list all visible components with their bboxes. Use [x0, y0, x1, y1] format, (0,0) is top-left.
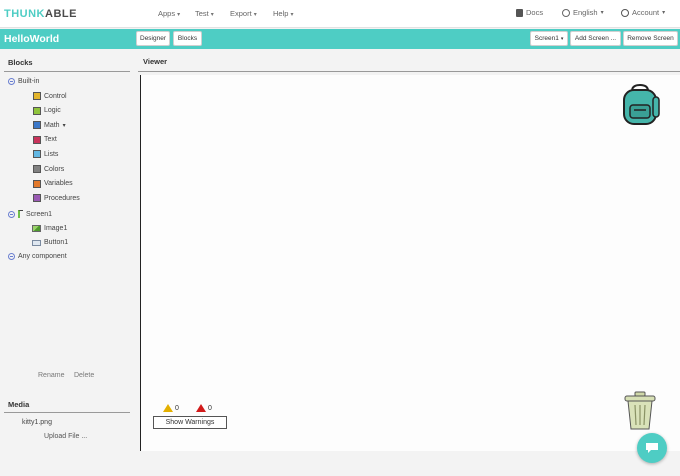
chevron-down-icon: ▾: [600, 10, 604, 16]
nav-help[interactable]: Help ▾: [273, 9, 293, 18]
builtin-item-label: Control: [44, 92, 67, 100]
add-screen-button[interactable]: Add Screen ...: [570, 31, 621, 46]
button-icon: [32, 239, 41, 246]
tree-screen1[interactable]: Screen1: [8, 210, 52, 218]
collapse-icon[interactable]: [8, 78, 15, 85]
chevron-down-icon: ▾: [290, 12, 294, 18]
component-label: Image1: [44, 225, 68, 232]
blocks-workspace[interactable]: 0 0: [140, 75, 680, 451]
warnings-count: 0: [175, 404, 179, 412]
tree-component-button1[interactable]: Button1: [32, 239, 68, 246]
nav-help-label: Help: [273, 9, 289, 18]
chevron-down-icon: ▾: [662, 10, 666, 16]
nav-account[interactable]: Account ▾: [621, 8, 665, 17]
chevron-down-icon: ▾: [62, 122, 66, 129]
remove-screen-button[interactable]: Remove Screen: [623, 31, 678, 46]
nav-test-label: Test: [195, 9, 209, 18]
builtin-item-label: Text: [44, 136, 57, 144]
warning-icon: [163, 404, 173, 412]
trash-icon[interactable]: [622, 391, 658, 431]
expand-icon[interactable]: [8, 253, 15, 260]
warnings-indicator: 0: [163, 404, 179, 412]
builtin-item-label: Logic: [44, 107, 61, 115]
color-swatch-icon: [33, 121, 41, 130]
color-swatch-icon: [33, 150, 41, 159]
chevron-down-icon: ▾: [253, 12, 257, 18]
color-swatch-icon: [33, 194, 41, 203]
user-icon: [621, 8, 629, 17]
project-name: HelloWorld: [4, 33, 60, 45]
color-swatch-icon: [33, 92, 41, 100]
color-swatch-icon: [33, 106, 41, 115]
top-navbar: THUNKABLE Apps ▾ Test ▾ Export ▾ Help ▾ Docs…: [0, 0, 680, 28]
designer-button[interactable]: Designer: [136, 31, 170, 46]
rename-button[interactable]: Rename: [38, 372, 64, 379]
nav-docs[interactable]: Docs: [516, 8, 543, 17]
book-icon: [516, 8, 523, 17]
media-panel-title: Media: [8, 400, 30, 409]
upload-file-button[interactable]: Upload File ...: [44, 433, 87, 440]
builtin-item-label: Variables: [44, 180, 73, 188]
chat-button[interactable]: [637, 433, 667, 463]
tree-any-component-label: Any component: [18, 253, 67, 260]
tree-screen1-label: Screen1: [26, 210, 53, 218]
thunkable-logo[interactable]: THUNKABLE: [4, 8, 77, 20]
divider: [138, 71, 680, 72]
builtin-item-label: Colors: [44, 165, 65, 173]
errors-count: 0: [208, 404, 212, 412]
screen-select-label: Screen1: [534, 35, 559, 42]
delete-button[interactable]: Delete: [74, 372, 94, 379]
divider: [4, 412, 130, 413]
nav-account-label: Account: [632, 8, 660, 17]
chevron-down-icon: ▾: [560, 35, 564, 42]
builtin-item-control[interactable]: Control: [33, 92, 67, 100]
error-icon: [196, 404, 206, 412]
media-file[interactable]: kitty1.png: [22, 419, 52, 426]
nav-export-label: Export: [230, 9, 252, 18]
tree-builtin-label: Built-in: [18, 78, 40, 85]
builtin-item-lists[interactable]: Lists: [33, 150, 59, 159]
chevron-down-icon: ▾: [210, 12, 214, 18]
chevron-down-icon: ▾: [177, 12, 181, 18]
blocks-panel-title: Blocks: [8, 58, 33, 67]
nav-test[interactable]: Test ▾: [195, 9, 214, 18]
builtin-item-label: Lists: [44, 150, 59, 158]
project-toolbar: HelloWorld Designer Blocks Screen1 ▾ Add…: [0, 29, 680, 49]
builtin-item-label: Math: [44, 121, 60, 129]
component-label: Button1: [44, 239, 69, 246]
builtin-item-procedures[interactable]: Procedures: [33, 194, 80, 203]
logo-part-2: ABLE: [45, 8, 77, 20]
viewer-title: Viewer: [143, 57, 168, 66]
screen-select[interactable]: Screen1 ▾: [530, 31, 568, 46]
screen-icon: [18, 210, 23, 218]
backpack-icon[interactable]: [620, 83, 662, 127]
color-swatch-icon: [33, 165, 41, 173]
nav-apps[interactable]: Apps ▾: [158, 9, 180, 18]
tree-any-component[interactable]: Any component: [8, 253, 67, 260]
tree-builtin[interactable]: Built-in: [8, 78, 39, 85]
chat-icon: [646, 443, 658, 453]
color-swatch-icon: [33, 135, 41, 144]
color-swatch-icon: [33, 179, 41, 188]
nav-docs-label: Docs: [526, 8, 544, 17]
builtin-item-text[interactable]: Text: [33, 135, 57, 144]
nav-export[interactable]: Export ▾: [230, 9, 257, 18]
logo-part-1: THUNK: [4, 8, 45, 20]
tree-component-image1[interactable]: Image1: [32, 225, 67, 232]
errors-indicator: 0: [196, 404, 212, 412]
collapse-icon[interactable]: [8, 210, 15, 218]
divider: [4, 71, 130, 72]
nav-language[interactable]: English ▾: [562, 8, 604, 17]
builtin-item-logic[interactable]: Logic: [33, 106, 61, 115]
globe-icon: [562, 8, 570, 17]
show-warnings-button[interactable]: Show Warnings: [153, 416, 227, 429]
builtin-item-math[interactable]: Math ▾: [33, 121, 66, 130]
image-icon: [32, 225, 41, 232]
nav-apps-label: Apps: [158, 9, 176, 18]
blocks-button[interactable]: Blocks: [173, 31, 202, 46]
builtin-item-label: Procedures: [44, 194, 80, 202]
builtin-item-variables[interactable]: Variables: [33, 179, 73, 188]
builtin-item-colors[interactable]: Colors: [33, 165, 64, 173]
nav-language-label: English: [573, 8, 598, 17]
